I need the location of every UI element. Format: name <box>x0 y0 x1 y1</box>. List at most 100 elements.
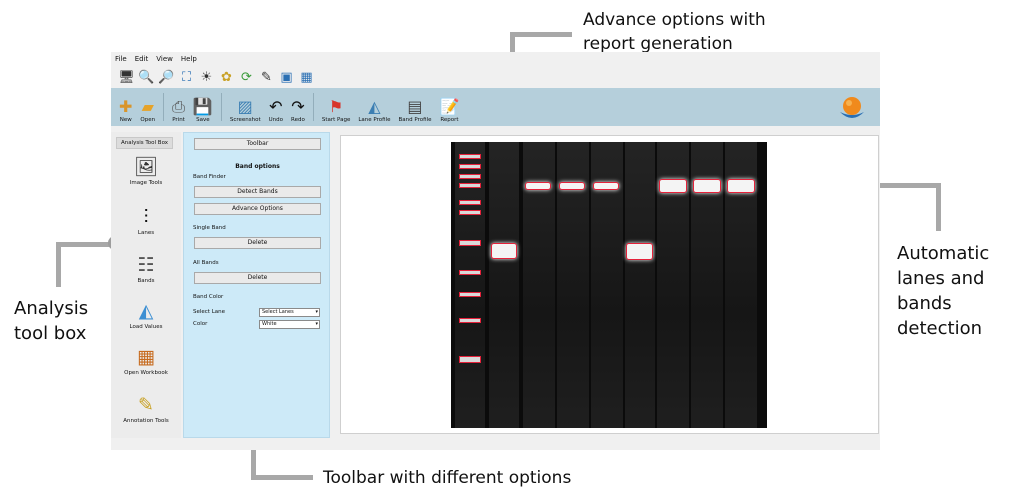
toolbox-title-tab[interactable]: Analysis Tool Box <box>116 137 173 149</box>
redo-icon: ↷ <box>291 97 305 116</box>
lanes-label: Lanes <box>137 230 155 236</box>
start-page-button[interactable]: ⚑ Start Page <box>322 97 351 123</box>
quick-toolbar: 🖥 🔍 🔎 ⛶ ☀ ✿ ⟳ ✎ ▣ ▦ <box>111 66 880 88</box>
layers-icon[interactable]: ▣ <box>278 69 295 86</box>
detected-band[interactable] <box>525 182 551 190</box>
detected-band[interactable] <box>559 182 585 190</box>
new-button[interactable]: ✚ New <box>119 97 132 123</box>
image-canvas[interactable] <box>340 135 879 434</box>
ladder-band[interactable] <box>459 154 481 159</box>
menu-view[interactable]: View <box>156 52 173 66</box>
color-dropdown[interactable]: White ▾ <box>259 320 320 329</box>
menu-bar: File Edit View Help <box>111 52 880 66</box>
annotation-tools-button[interactable]: ✎ Annotation Tools <box>111 394 181 424</box>
load-values-button[interactable]: ◭ Load Values <box>111 300 181 330</box>
ladder-band[interactable] <box>459 270 481 275</box>
image-tools-label: Image Tools <box>129 180 163 186</box>
delete-all-bands-button[interactable]: Delete <box>194 272 321 284</box>
redo-button[interactable]: ↷ Redo <box>291 97 305 123</box>
detected-band[interactable] <box>659 179 687 193</box>
ladder-band[interactable] <box>459 318 481 323</box>
open-button[interactable]: ▰ Open <box>140 97 155 123</box>
save-label: Save <box>196 117 210 123</box>
open-workbook-button[interactable]: ▦ Open Workbook <box>111 346 181 376</box>
callout-analysis-line2: tool box <box>14 323 87 344</box>
ribbon-separator <box>163 93 165 121</box>
menu-file[interactable]: File <box>115 52 127 66</box>
printer-icon: ⎙ <box>172 97 185 116</box>
palette-icon[interactable]: ✿ <box>218 69 235 86</box>
callout-auto-detection: Automatic lanes and bands detection <box>897 241 989 341</box>
band-profile-button[interactable]: ▤ Band Profile <box>399 97 432 123</box>
callout-auto-line3: bands <box>897 293 952 314</box>
report-button[interactable]: 📝 Report <box>439 97 459 123</box>
bands-button[interactable]: ☷ Bands <box>111 254 181 284</box>
callout-toolbar-options: Toolbar with different options <box>323 466 571 490</box>
bands-label: Bands <box>137 278 155 284</box>
ladder-band[interactable] <box>459 292 481 297</box>
fit-icon[interactable]: ⛶ <box>178 69 195 86</box>
zoom-in-icon[interactable]: 🔍 <box>138 69 155 86</box>
lanes-button[interactable]: ⫶ Lanes <box>111 206 181 236</box>
select-lane-label: Select Lane <box>193 309 226 315</box>
detected-band[interactable] <box>491 243 517 259</box>
ribbon-separator <box>220 93 222 121</box>
load-values-label: Load Values <box>129 324 163 330</box>
menu-help[interactable]: Help <box>181 52 197 66</box>
gel-image[interactable] <box>451 142 767 428</box>
workbook-icon: ▦ <box>137 346 155 368</box>
monitor-icon[interactable]: 🖥 <box>118 69 135 86</box>
callout-advance-options: Advance options with report generation <box>583 8 766 56</box>
dropdown-arrow-icon: ▾ <box>315 309 318 315</box>
toolbar-button[interactable]: Toolbar <box>194 138 321 150</box>
report-icon: 📝 <box>439 97 460 116</box>
leader-left <box>56 242 116 287</box>
undo-icon: ↶ <box>269 97 283 116</box>
detected-band[interactable] <box>727 179 755 193</box>
gel-lane <box>625 142 655 428</box>
redo-label: Redo <box>291 117 305 123</box>
new-label: New <box>119 117 132 123</box>
ladder-band[interactable] <box>459 174 481 179</box>
grid-icon[interactable]: ▦ <box>298 69 315 86</box>
analysis-toolbox: Analysis Tool Box 🖼 Image Tools ⫶ Lanes ☷ B… <box>111 132 181 438</box>
advance-options-button[interactable]: Advance Options <box>194 203 321 215</box>
image-tools-button[interactable]: 🖼 Image Tools <box>111 156 181 186</box>
bands-icon: ☷ <box>137 254 155 276</box>
screenshot-icon: ▨ <box>237 97 253 116</box>
callout-auto-line2: lanes and <box>897 268 985 289</box>
select-lane-dropdown[interactable]: Select Lanes ▾ <box>259 308 320 317</box>
save-button[interactable]: 💾 Save <box>193 97 213 123</box>
screenshot-label: Screenshot <box>229 117 261 123</box>
undo-button[interactable]: ↶ Undo <box>269 97 283 123</box>
app-window: File Edit View Help 🖥 🔍 🔎 ⛶ ☀ ✿ ⟳ ✎ ▣ ▦ … <box>111 52 880 450</box>
ladder-band[interactable] <box>459 356 481 363</box>
refresh-icon[interactable]: ⟳ <box>238 69 255 86</box>
detected-band[interactable] <box>693 179 721 193</box>
brush-icon[interactable]: ✎ <box>258 69 275 86</box>
ladder-band[interactable] <box>459 200 481 205</box>
zoom-out-icon[interactable]: 🔎 <box>158 69 175 86</box>
ladder-band[interactable] <box>459 183 481 188</box>
detected-band[interactable] <box>626 243 653 260</box>
print-button[interactable]: ⎙ Print <box>172 97 185 123</box>
brightness-icon[interactable]: ☀ <box>198 69 215 86</box>
start-page-label: Start Page <box>321 117 351 123</box>
menu-edit[interactable]: Edit <box>135 52 149 66</box>
ladder-band[interactable] <box>459 240 481 246</box>
load-values-icon: ◭ <box>138 300 154 322</box>
callout-auto-line4: detection <box>897 318 983 339</box>
screenshot-button[interactable]: ▨ Screenshot <box>230 97 261 123</box>
callout-toolbar-text: Toolbar with different options <box>323 468 572 488</box>
report-label: Report <box>440 117 459 123</box>
lane-profile-button[interactable]: ◭ Lane Profile <box>358 97 390 123</box>
band-profile-label: Band Profile <box>398 117 432 123</box>
band-color-label: Band Color <box>193 294 224 300</box>
delete-single-band-button[interactable]: Delete <box>194 237 321 249</box>
select-lane-value: Select Lanes <box>262 309 294 315</box>
all-bands-label: All Bands <box>193 260 219 266</box>
detect-bands-button[interactable]: Detect Bands <box>194 186 321 198</box>
ladder-band[interactable] <box>459 210 481 215</box>
detected-band[interactable] <box>593 182 619 190</box>
ladder-band[interactable] <box>459 164 481 169</box>
